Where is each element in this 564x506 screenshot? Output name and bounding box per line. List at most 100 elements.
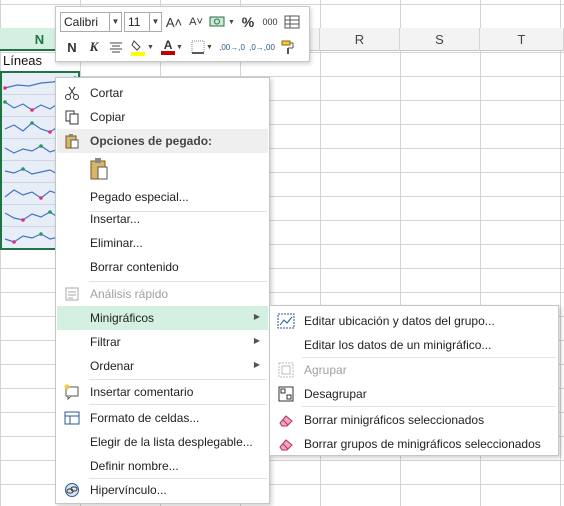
font-name-combobox[interactable]: Calibri ▼ (60, 12, 122, 32)
column-header-s[interactable]: S (400, 28, 480, 51)
font-size-combobox[interactable]: 11 ▼ (124, 12, 162, 32)
menu-item-elegir-lista[interactable]: Elegir de la lista desplegable... (57, 430, 268, 454)
menu-item-label: Filtrar (90, 335, 121, 349)
submenu-item-borrar-seleccionados[interactable]: Borrar minigráficos seleccionados (271, 408, 557, 432)
chevron-down-icon[interactable]: ▼ (109, 13, 121, 31)
submenu-item-borrar-grupos[interactable]: Borrar grupos de minigráficos selecciona… (271, 432, 557, 456)
menu-item-copiar[interactable]: Copiar (57, 105, 268, 129)
chevron-down-icon: ▼ (176, 43, 183, 51)
mini-toolbar-row-2: N K ▼ A ▼ ▼ ,00→,0 ,0→,00 (60, 36, 298, 58)
column-header-r[interactable]: R (320, 28, 400, 51)
menu-item-borrar-contenido[interactable]: Borrar contenido (57, 255, 268, 279)
menu-section-opciones-de-pegado: Opciones de pegado: (57, 129, 268, 153)
quick-analysis-icon (57, 282, 87, 306)
chevron-down-icon[interactable]: ▼ (149, 13, 161, 31)
thousands-separator-icon: 000 (262, 17, 278, 27)
italic-button[interactable]: K (84, 37, 104, 57)
decrease-decimal-button[interactable]: ,00→,0 (218, 37, 246, 57)
submenu-arrow-icon: ▶ (253, 360, 260, 369)
menu-item-ordenar[interactable]: Ordenar ▶ (57, 354, 268, 378)
context-menu: Cortar Copiar Opciones de pegado: Pegado… (55, 77, 270, 504)
font-size-value: 11 (128, 15, 141, 29)
menu-item-definir-nombre[interactable]: Definir nombre... (57, 454, 268, 478)
percent-icon: % (241, 14, 255, 30)
cell-header-lineas[interactable]: Líneas (3, 51, 42, 71)
menu-item-label: Hipervínculo... (90, 483, 167, 497)
menu-item-label: Cortar (90, 86, 124, 100)
font-color-icon: A (161, 39, 176, 55)
menu-item-cortar[interactable]: Cortar (57, 81, 268, 105)
menu-icon-gutter (57, 207, 87, 231)
thousands-separator-button[interactable]: 000 (260, 12, 280, 32)
menu-item-label: Formato de celdas... (90, 411, 200, 425)
paste-clipboard-icon (90, 158, 108, 180)
paste-option-row (57, 153, 268, 185)
menu-item-label: Minigráficos (90, 311, 155, 325)
percent-style-button[interactable]: % (238, 12, 258, 32)
font-name-value: Calibri (64, 15, 99, 29)
format-table-button[interactable] (282, 12, 302, 32)
menu-separator (302, 406, 556, 407)
menu-icon-gutter (57, 454, 87, 478)
hyperlink-icon (57, 478, 87, 502)
format-cells-icon (57, 406, 87, 430)
eraser-icon (271, 432, 301, 456)
menu-icon-gutter (57, 354, 87, 378)
menu-section-label: Opciones de pegado: (90, 134, 213, 148)
accounting-format-icon (209, 16, 225, 27)
submenu-item-label: Agrupar (304, 363, 347, 377)
menu-item-formato-de-celdas[interactable]: Formato de celdas... (57, 406, 268, 430)
submenu-item-agrupar[interactable]: Agrupar (271, 358, 557, 382)
menu-item-label: Ordenar (90, 359, 135, 373)
menu-item-hipervinculo[interactable]: Hipervínculo... (57, 478, 268, 502)
menu-item-label: Insertar comentario (90, 385, 194, 399)
menu-icon-gutter (57, 330, 87, 354)
format-painter-button[interactable] (278, 37, 298, 57)
fill-bucket-icon (131, 40, 146, 56)
menu-item-eliminar[interactable]: Eliminar... (57, 231, 268, 255)
submenu-item-label: Editar los datos de un minigráfico... (304, 338, 492, 352)
bold-icon: N (67, 39, 77, 55)
menu-item-label: Análisis rápido (90, 287, 169, 301)
menu-item-label: Copiar (90, 110, 126, 124)
chevron-down-icon: ▼ (228, 18, 235, 26)
eraser-icon (271, 408, 301, 432)
submenu-item-label: Borrar grupos de minigráficos selecciona… (304, 437, 541, 451)
submenu-item-label: Editar ubicación y datos del grupo... (304, 314, 495, 328)
submenu-arrow-icon: ▶ (253, 312, 260, 321)
paste-button[interactable] (87, 155, 111, 183)
group-icon (271, 358, 301, 382)
fill-color-button[interactable]: ▼ (128, 37, 156, 57)
center-align-button[interactable] (106, 37, 126, 57)
menu-item-pegado-especial[interactable]: Pegado especial... (57, 185, 268, 209)
menu-item-insertar-comentario[interactable]: Insertar comentario (57, 380, 268, 404)
minigraficos-submenu: Editar ubicación y datos del grupo... Ed… (269, 305, 559, 456)
column-header-t[interactable]: T (480, 28, 564, 51)
menu-icon-gutter (57, 157, 87, 181)
submenu-item-editar-grupo[interactable]: Editar ubicación y datos del grupo... (271, 309, 557, 333)
menu-item-label: Borrar contenido (90, 260, 179, 274)
submenu-item-label: Borrar minigráficos seleccionados (304, 413, 485, 427)
shrink-font-icon: A˅ (189, 16, 203, 28)
paste-options-icon (57, 129, 87, 153)
menu-item-minigraficos[interactable]: Minigráficos ▶ (57, 306, 268, 330)
menu-item-insertar[interactable]: Insertar... (57, 207, 268, 231)
menu-item-label: Insertar... (90, 212, 141, 226)
chevron-down-icon: ▼ (147, 43, 154, 51)
grow-font-button[interactable]: A˄ (164, 12, 184, 32)
shrink-font-button[interactable]: A˅ (186, 12, 206, 32)
submenu-item-editar-minigrafico[interactable]: Editar los datos de un minigráfico... (271, 333, 557, 357)
borders-button[interactable]: ▼ (188, 37, 216, 57)
increase-decimal-button[interactable]: ,0→,00 (248, 37, 276, 57)
borders-icon (191, 40, 205, 54)
submenu-arrow-icon: ▶ (253, 336, 260, 345)
menu-item-analisis-rapido[interactable]: Análisis rápido (57, 282, 268, 306)
format-table-icon (284, 15, 300, 29)
submenu-item-desagrupar[interactable]: Desagrupar (271, 382, 557, 406)
font-color-button[interactable]: A ▼ (158, 37, 186, 57)
increase-decimal-icon: ,0→,00 (249, 42, 275, 52)
bold-button[interactable]: N (62, 37, 82, 57)
accounting-format-button[interactable]: ▼ (208, 12, 236, 32)
menu-icon-gutter (57, 306, 87, 330)
menu-item-filtrar[interactable]: Filtrar ▶ (57, 330, 268, 354)
